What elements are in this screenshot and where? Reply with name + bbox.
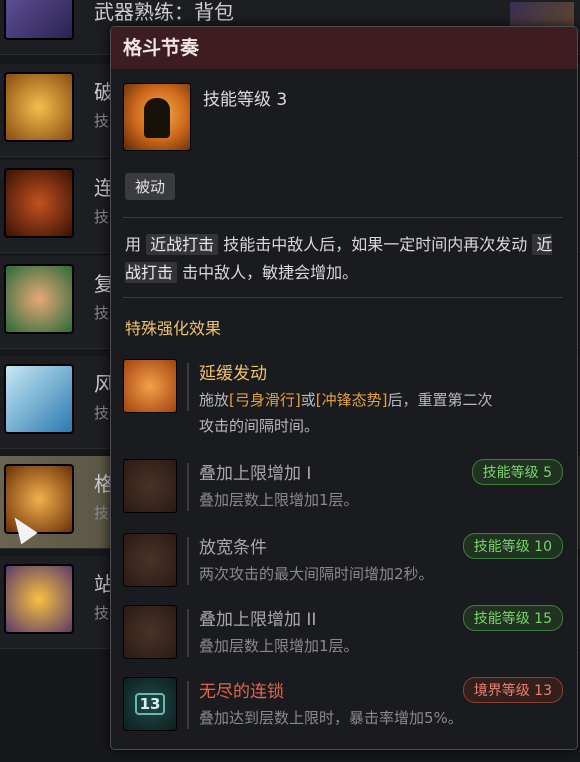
divider (123, 217, 563, 218)
skill-sub: 技 (94, 604, 110, 622)
skill-level-badge: 技能等级 5 (471, 459, 563, 485)
desc-text: 后，重置第二次 (387, 391, 493, 409)
desc-text: 技能击中敌人后，如果一定时间内再次发动 (223, 235, 528, 254)
desc-text: 攻击的间隔时间。 (199, 417, 320, 435)
skill-icon (4, 0, 74, 40)
keyword-melee-strike: 近战打击 (146, 234, 219, 255)
skill-icon (4, 364, 74, 434)
effect-bar (187, 463, 189, 511)
skill-tooltip: 格斗节奏 技能等级 3 被动 用 近战打击 技能击中敌人后，如果一定时间内再次发… (110, 26, 578, 750)
skill-sub: 技 (94, 304, 110, 322)
skill-description: 用 近战打击 技能击中敌人后，如果一定时间内再次发动 近战打击 击中敌人，敏捷会… (125, 231, 565, 287)
effect-name: 叠加上限增加 I (199, 464, 312, 484)
realm-level-icon: 13 (123, 677, 177, 731)
desc-highlight: [冲锋态势] (315, 391, 388, 409)
skill-icon (4, 72, 74, 142)
skill-level-badge: 技能等级 15 (462, 605, 563, 631)
passive-tag: 被动 (125, 173, 176, 200)
skill-sub: 技 (94, 112, 110, 130)
locked-swirl-icon (123, 459, 177, 513)
desc-text: 施放 (199, 391, 230, 409)
effect-name: 放宽条件 (199, 538, 267, 558)
effect-bar (187, 609, 189, 657)
desc-text: 用 (125, 235, 142, 254)
divider (123, 297, 563, 298)
delayed-trigger-icon (123, 359, 177, 413)
effect-desc: 施放[弓身滑行]或[冲锋态势]后，重置第二次 攻击的间隔时间。 (199, 387, 569, 439)
skill-icon (4, 168, 74, 238)
desc-highlight: [弓身滑行] (229, 391, 301, 409)
desc-text: 或 (300, 391, 316, 409)
skill-level-text: 技能等级 3 (203, 90, 288, 110)
section-title: 特殊强化效果 (125, 319, 222, 338)
tooltip-title: 格斗节奏 (111, 27, 577, 69)
effect-desc: 两次攻击的最大间隔时间增加2秒。 (199, 565, 434, 583)
enhancement-effect: 13 无尽的连锁 叠加达到层数上限时，暴击率增加5%。 境界等级 13 (123, 677, 567, 739)
skill-sub: 技 (94, 208, 110, 226)
locked-figure-icon (123, 533, 177, 587)
effect-name: 叠加上限增加 II (199, 610, 317, 630)
enhancement-effect: 叠加上限增加 II 叠加层数上限增加1层。 技能等级 15 (123, 605, 567, 667)
realm-level-badge: 境界等级 13 (462, 677, 563, 703)
effect-bar (187, 363, 189, 411)
effect-bar (187, 537, 189, 585)
enhancement-effect: 放宽条件 两次攻击的最大间隔时间增加2秒。 技能等级 10 (123, 533, 567, 595)
effect-desc: 叠加层数上限增加1层。 (199, 637, 359, 655)
skill-sub: 技 (94, 504, 110, 522)
locked-swirl-icon (123, 605, 177, 659)
realm-level-number: 13 (134, 693, 166, 715)
effect-name: 延缓发动 (199, 364, 267, 384)
effect-bar (187, 681, 189, 729)
fighter-skill-icon (123, 83, 191, 151)
effect-desc: 叠加达到层数上限时，暴击率增加5%。 (199, 709, 463, 727)
effect-desc: 叠加层数上限增加1层。 (199, 491, 359, 509)
enhancement-effect: 延缓发动 施放[弓身滑行]或[冲锋态势]后，重置第二次 攻击的间隔时间。 (123, 359, 567, 435)
skill-sub: 技 (94, 404, 110, 422)
skill-icon (4, 564, 74, 634)
skill-name: 武器熟练：背包 (94, 0, 234, 24)
skill-icon (4, 264, 74, 334)
skill-level-badge: 技能等级 10 (462, 533, 563, 559)
enhancement-effect: 叠加上限增加 I 叠加层数上限增加1层。 技能等级 5 (123, 459, 567, 521)
desc-text: 击中敌人，敏捷会增加。 (182, 263, 359, 282)
effect-name: 无尽的连锁 (199, 682, 284, 702)
